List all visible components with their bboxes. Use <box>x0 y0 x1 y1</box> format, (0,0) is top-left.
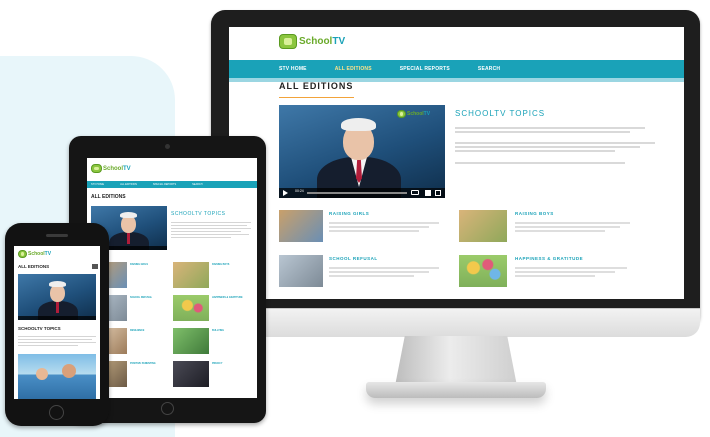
topic-thumb-raising-boys[interactable] <box>459 210 507 242</box>
topics-heading: SCHOOLTV TOPICS <box>455 109 546 118</box>
tablet-thumb-bullying[interactable] <box>173 328 209 354</box>
intro-paragraph-1 <box>455 125 665 135</box>
play-icon[interactable] <box>283 190 288 196</box>
tv-icon <box>91 164 102 173</box>
tablet-thumb-raising-boys[interactable] <box>173 262 209 288</box>
topic-thumb-happiness-gratitude[interactable] <box>459 255 507 287</box>
nav-stv-home[interactable]: STV HOME <box>91 181 104 188</box>
phone-speaker <box>46 234 68 237</box>
topic-title-school-refusal[interactable]: SCHOOL REFUSAL <box>329 256 378 261</box>
topic-desc-raising-boys <box>515 220 630 234</box>
logo-suffix: TV <box>423 111 431 117</box>
tv-icon <box>397 110 406 118</box>
presenter-hair <box>49 281 66 287</box>
tablet-title-raising-girls[interactable]: RAISING GIRLS <box>130 263 148 266</box>
topic-desc-school-refusal <box>329 265 439 279</box>
presenter-tie <box>127 233 130 244</box>
phone-thumb-raising-girls[interactable] <box>18 354 96 399</box>
tv-icon <box>18 250 27 258</box>
video-progress-bar[interactable] <box>307 192 407 194</box>
tablet-screen: SchoolTV STV HOME ALL EDITIONS SPECIAL R… <box>87 158 257 398</box>
child-figure <box>36 368 48 380</box>
nav-search[interactable]: SEARCH <box>192 181 202 188</box>
volume-icon[interactable] <box>411 190 419 195</box>
fullscreen-icon[interactable] <box>435 190 441 196</box>
main-navigation: STV HOME ALL EDITIONS SPECIAL REPORTS SE… <box>229 60 684 78</box>
logo-prefix: School <box>28 251 45 257</box>
tablet-thumb-privacy[interactable] <box>173 361 209 387</box>
tablet-title-bullying[interactable]: BULLYING <box>212 329 224 332</box>
monitor-stand-neck <box>395 336 517 386</box>
tablet-title-school-refusal[interactable]: SCHOOL REFUSAL <box>130 296 152 299</box>
menu-icon[interactable] <box>92 264 98 269</box>
nav-all-editions[interactable]: ALL EDITIONS <box>335 60 372 78</box>
intro-text <box>18 334 96 348</box>
video-controls <box>18 316 96 320</box>
logo-suffix: TV <box>332 36 346 47</box>
child-figure <box>62 364 76 378</box>
tablet-thumb-happiness-gratitude[interactable] <box>173 295 209 321</box>
topic-title-raising-boys[interactable]: RAISING BOYS <box>515 211 554 216</box>
video-time: 00:24 <box>295 189 304 193</box>
intro-text <box>171 220 251 240</box>
tv-icon <box>279 34 297 49</box>
presenter-tie <box>56 302 59 313</box>
logo-suffix: TV <box>123 165 131 172</box>
nav-stv-home[interactable]: STV HOME <box>279 60 307 78</box>
logo-suffix: TV <box>44 251 52 257</box>
video-controls: 00:24 <box>279 188 445 198</box>
logo-prefix: School <box>103 165 124 172</box>
topic-title-happiness-gratitude[interactable]: HAPPINESS & GRATITUDE <box>515 256 583 261</box>
page-title: ALL EDITIONS <box>91 194 126 200</box>
topic-thumb-raising-girls[interactable] <box>279 210 323 242</box>
nav-special-reports[interactable]: SPECIAL REPORTS <box>400 60 450 78</box>
tablet-title-raising-boys[interactable]: RAISING BOYS <box>212 263 229 266</box>
nav-special-reports[interactable]: SPECIAL REPORTS <box>153 181 176 188</box>
featured-video[interactable]: SchoolTV 00:24 <box>279 105 445 198</box>
topic-thumb-school-refusal[interactable] <box>279 255 323 287</box>
title-underline <box>279 97 354 98</box>
featured-video[interactable] <box>18 274 96 320</box>
phone-home-button[interactable] <box>49 405 64 420</box>
phone-screen: SchoolTV ALL EDITIONS SCHOOLTV TOPICS <box>14 246 100 399</box>
tablet-home-button[interactable] <box>161 402 174 415</box>
tablet-title-happiness-gratitude[interactable]: HAPPINESS & GRATITUDE <box>212 296 252 299</box>
monitor-stand-foot <box>366 382 546 398</box>
nav-all-editions[interactable]: ALL EDITIONS <box>120 181 137 188</box>
tablet-title-privacy[interactable]: PRIVACY <box>212 362 222 365</box>
tablet-camera <box>165 144 170 149</box>
presenter-hair <box>341 118 376 131</box>
topic-desc-raising-girls <box>329 220 439 234</box>
logo-prefix: School <box>299 36 333 47</box>
schooltv-logo[interactable]: SchoolTV <box>279 34 345 49</box>
nav-search[interactable]: SEARCH <box>478 60 500 78</box>
page-title: ALL EDITIONS <box>279 81 354 91</box>
topics-heading: SCHOOLTV TOPICS <box>171 211 226 217</box>
video-watermark-logo: SchoolTV <box>397 110 430 118</box>
page-title: ALL EDITIONS <box>18 264 50 269</box>
intro-paragraph-3 <box>455 160 665 166</box>
tablet-navigation: STV HOME ALL EDITIONS SPECIAL REPORTS SE… <box>87 181 257 188</box>
topic-desc-happiness-gratitude <box>515 265 627 279</box>
schooltv-logo[interactable]: SchoolTV <box>91 164 131 173</box>
schooltv-logo[interactable]: SchoolTV <box>18 250 51 258</box>
settings-icon[interactable] <box>425 190 431 196</box>
intro-paragraph-2 <box>455 140 665 154</box>
tablet-title-resilience[interactable]: RESILIENCE <box>130 329 144 332</box>
presenter-hair <box>120 212 137 218</box>
tablet-title-positive-parenting[interactable]: POSITIVE PARENTING <box>130 362 156 365</box>
desktop-screen: SchoolTV STV HOME ALL EDITIONS SPECIAL R… <box>229 27 684 299</box>
monitor-chin <box>211 308 700 337</box>
topic-title-raising-girls[interactable]: RAISING GIRLS <box>329 211 369 216</box>
topics-heading: SCHOOLTV TOPICS <box>18 326 61 331</box>
logo-prefix: School <box>407 111 424 117</box>
